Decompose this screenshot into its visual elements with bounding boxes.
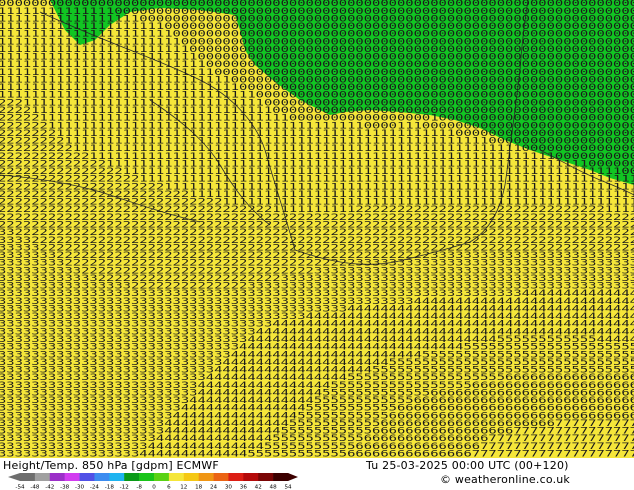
colorbar-tick-label: -30 [75, 485, 85, 490]
colorbar-left-arrow [8, 473, 20, 481]
colorbar-tick-label: 30 [225, 485, 233, 490]
colorbar-cell [168, 473, 185, 481]
colorbar-tick-label: -8 [136, 485, 142, 490]
colorbar-cell [273, 473, 289, 481]
colorbar-cell [198, 473, 214, 481]
colorbar-cell [154, 473, 170, 481]
colorbar-cell [64, 473, 80, 481]
colorbar-tick-label: 48 [270, 485, 278, 490]
contour-digit-labels: 0000000000000000000000000000000000000000… [0, 0, 634, 458]
colorbar-tick-label: -24 [90, 485, 100, 490]
colorbar-cell [49, 473, 65, 481]
colorbar-tick-label: 18 [195, 485, 203, 490]
colorbar-cell [94, 473, 110, 481]
colorbar-tick-label: -48 [30, 485, 40, 490]
colorbar-tick-label: -18 [105, 485, 115, 490]
colorbar-cell [258, 473, 274, 481]
colorbar-cell [228, 473, 244, 481]
weather-map: 0000000000000000000000000000000000000000… [0, 0, 634, 458]
colorbar-cell [109, 473, 125, 481]
colorbar-right-arrow [288, 473, 298, 481]
colorbar-cell [34, 473, 51, 481]
colorbar-cell [124, 473, 140, 481]
colorbar-cell [139, 473, 155, 481]
colorbar-tick-label: 6 [167, 485, 171, 490]
map-canvas: 0000000000000000000000000000000000000000… [0, 0, 634, 458]
colorbar-tick-label: -38 [60, 485, 70, 490]
colorbar-cell [20, 473, 36, 481]
colorbar-tick-label: -54 [15, 485, 25, 490]
map-footer: Height/Temp. 850 hPa [gdpm] ECMWF Tu 25-… [0, 458, 634, 490]
colorbar-cell [243, 473, 259, 481]
colorbar-tick-label: -12 [120, 485, 129, 490]
colorbar-cell [183, 473, 199, 481]
colorbar-tick-label: 42 [255, 485, 262, 490]
colorbar-tick-label: 0 [152, 485, 156, 490]
colorbar-cell [213, 473, 229, 481]
digit-row: 3333333333333333344444444444445555555555… [0, 449, 634, 459]
colorbar-tick-label: 36 [240, 485, 248, 490]
colorbar-cell [79, 473, 95, 481]
temperature-colorbar: -54 -48 -42 -38 -30 -24 -18 -12 -8 0 6 12 18 24 30 36 42… [8, 473, 298, 490]
colorbar-tick-label: 24 [210, 485, 218, 490]
credit-text[interactable]: © weatheronline.co.uk [440, 473, 570, 486]
colorbar-tick-label: -42 [45, 485, 54, 490]
valid-time: Tu 25-03-2025 00:00 UTC (00+120) [366, 459, 569, 472]
colorbar-tick-label: 12 [180, 485, 187, 490]
colorbar-tick-label: 54 [284, 485, 292, 490]
